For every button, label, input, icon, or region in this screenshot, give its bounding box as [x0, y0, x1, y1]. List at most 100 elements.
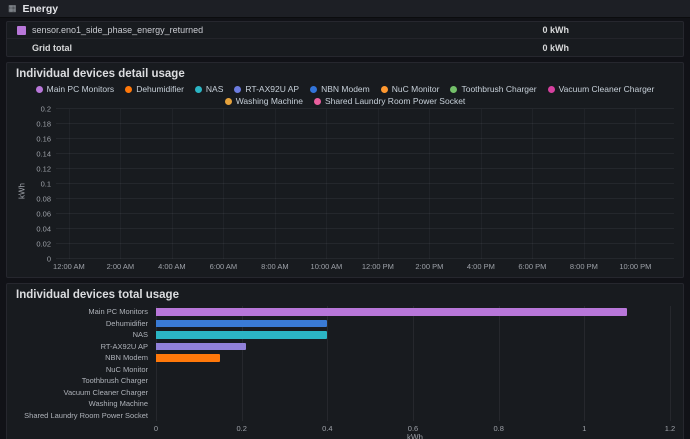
table-row[interactable]: Grid total 0 kWh: [7, 39, 683, 56]
y-tick-label: 0.12: [36, 165, 51, 174]
gridline: [120, 109, 121, 259]
x-tick-label: 0.4: [322, 424, 332, 433]
gridline: [275, 109, 276, 259]
grid-total-label: Grid total: [32, 43, 72, 53]
x-axis-ticks: 00.20.40.60.811.2: [156, 422, 670, 433]
device-label: Shared Laundry Room Power Socket: [16, 411, 156, 420]
device-label: NBN Modem: [16, 353, 156, 362]
gridline: [429, 109, 430, 259]
stacked-bar-chart: kWh 00.020.040.060.080.10.120.140.160.18…: [16, 109, 674, 273]
legend-color-dot: [125, 86, 132, 93]
bar-track: [156, 375, 670, 387]
device-total-row: NuC Monitor: [16, 364, 674, 376]
bar-track: [156, 318, 670, 330]
device-total-bar: [156, 343, 246, 351]
device-total-row: RT-AX92U AP: [16, 341, 674, 353]
legend-item[interactable]: Main PC Monitors: [36, 84, 115, 94]
legend-label: Toothbrush Charger: [461, 84, 536, 94]
y-tick-label: 0.02: [36, 240, 51, 249]
x-tick-label: 4:00 AM: [158, 262, 186, 271]
device-total-bar: [156, 308, 627, 316]
device-label: RT-AX92U AP: [16, 342, 156, 351]
y-tick-label: 0.2: [41, 105, 51, 114]
y-tick-label: 0.14: [36, 150, 51, 159]
legend-label: RT-AX92U AP: [245, 84, 299, 94]
y-axis-label: kWh: [16, 109, 28, 273]
x-tick-label: 1.2: [665, 424, 675, 433]
gridline: [56, 183, 674, 184]
legend-color-dot: [234, 86, 241, 93]
bar-track: [156, 341, 670, 353]
sensor-entity-value: 0 kWh: [542, 25, 569, 35]
legend-label: NBN Modem: [321, 84, 370, 94]
legend-label: NAS: [206, 84, 223, 94]
legend-color-dot: [225, 98, 232, 105]
bar-track: [156, 387, 670, 399]
device-total-row: Shared Laundry Room Power Socket: [16, 410, 674, 422]
y-tick-label: 0: [47, 255, 51, 264]
gridline: [56, 108, 674, 109]
top-nav-bar: ▦ Energy: [0, 0, 690, 18]
legend-item[interactable]: Shared Laundry Room Power Socket: [314, 96, 465, 106]
x-tick-label: 6:00 PM: [518, 262, 546, 271]
horizontal-bar-rows: Main PC MonitorsDehumidifierNASRT-AX92U …: [16, 306, 674, 421]
grid-energy-table-panel: sensor.eno1_side_phase_energy_returned 0…: [6, 21, 684, 57]
panel-title-detail-usage[interactable]: Individual devices detail usage: [16, 68, 674, 80]
legend-label: Washing Machine: [236, 96, 303, 106]
bar-track: [156, 352, 670, 364]
device-total-bar: [156, 354, 220, 362]
y-tick-label: 0.1: [41, 180, 51, 189]
legend-item[interactable]: Toothbrush Charger: [450, 84, 536, 94]
legend-label: Dehumidifier: [136, 84, 184, 94]
legend-color-dot: [36, 86, 43, 93]
bar-track: [156, 398, 670, 410]
legend-item[interactable]: NBN Modem: [310, 84, 370, 94]
bar-track: [156, 410, 670, 422]
device-label: NuC Monitor: [16, 365, 156, 374]
x-tick-label: 1: [582, 424, 586, 433]
gridline: [584, 109, 585, 259]
sensor-entity-label: sensor.eno1_side_phase_energy_returned: [32, 25, 203, 35]
device-label: Toothbrush Charger: [16, 376, 156, 385]
legend-item[interactable]: Vacuum Cleaner Charger: [548, 84, 655, 94]
device-total-row: Washing Machine: [16, 398, 674, 410]
grid-total-value: 0 kWh: [542, 43, 569, 53]
legend-item[interactable]: NuC Monitor: [381, 84, 440, 94]
device-total-row: Dehumidifier: [16, 318, 674, 330]
gridline: [56, 258, 674, 259]
device-total-row: Vacuum Cleaner Charger: [16, 387, 674, 399]
device-total-row: Main PC Monitors: [16, 306, 674, 318]
gridline: [56, 123, 674, 124]
y-tick-label: 0.16: [36, 135, 51, 144]
gridline: [56, 198, 674, 199]
y-axis-ticks: 00.020.040.060.080.10.120.140.160.180.2: [28, 109, 56, 259]
app-menu-icon[interactable]: ▦: [8, 4, 17, 13]
sensor-entity-icon: [17, 26, 26, 35]
dashboard-body: sensor.eno1_side_phase_energy_returned 0…: [0, 18, 690, 439]
table-row[interactable]: sensor.eno1_side_phase_energy_returned 0…: [7, 22, 683, 39]
gridline: [56, 243, 674, 244]
legend-item[interactable]: Dehumidifier: [125, 84, 184, 94]
gridline: [532, 109, 533, 259]
y-tick-label: 0.06: [36, 210, 51, 219]
x-tick-label: 0: [154, 424, 158, 433]
device-total-row: NBN Modem: [16, 352, 674, 364]
legend-item[interactable]: NAS: [195, 84, 223, 94]
device-total-bar: [156, 331, 327, 339]
gridline: [56, 213, 674, 214]
legend-color-dot: [310, 86, 317, 93]
dashboard-title: Energy: [23, 3, 59, 15]
y-tick-label: 0.04: [36, 225, 51, 234]
x-tick-label: 2:00 AM: [107, 262, 135, 271]
gridline: [172, 109, 173, 259]
legend-item[interactable]: RT-AX92U AP: [234, 84, 299, 94]
legend-item[interactable]: Washing Machine: [225, 96, 303, 106]
x-tick-label: 12:00 AM: [53, 262, 85, 271]
device-total-bar: [156, 320, 327, 328]
bar-track: [156, 329, 670, 341]
x-tick-label: 8:00 PM: [570, 262, 598, 271]
bar-track: [156, 364, 670, 376]
panel-title-total-usage[interactable]: Individual devices total usage: [16, 289, 674, 301]
gridline: [326, 109, 327, 259]
legend-label: Main PC Monitors: [47, 84, 115, 94]
